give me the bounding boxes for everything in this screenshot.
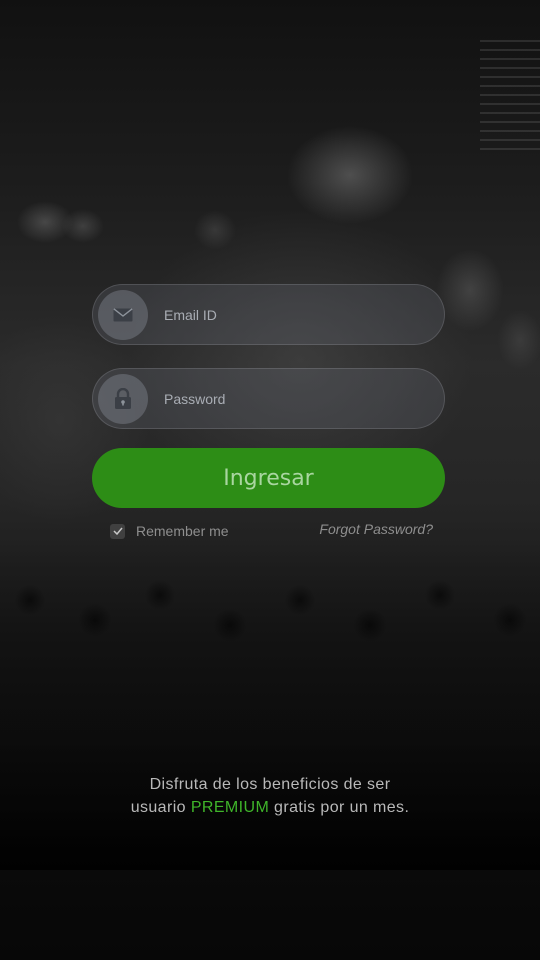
email-input[interactable] [164,285,444,344]
promo-line-2: usuario PREMIUM gratis por un mes. [0,796,540,819]
promo-suffix: gratis por un mes. [274,799,410,816]
crowd-silhouette [0,540,540,870]
lock-icon [98,373,148,424]
remember-checkbox[interactable] [110,523,125,539]
premium-highlight: PREMIUM [190,799,270,816]
premium-promo: Disfruta de los beneficios de ser usuari… [0,773,540,819]
promo-line-1: Disfruta de los beneficios de ser [149,776,391,793]
password-field[interactable] [92,368,445,429]
login-button[interactable]: Ingresar [92,448,445,508]
envelope-icon [98,289,148,340]
email-field[interactable] [92,284,445,345]
forgot-password-link[interactable]: Forgot Password? [319,521,433,537]
remember-me[interactable]: Remember me [110,520,229,542]
remember-label: Remember me [136,523,229,539]
password-input[interactable] [164,369,444,428]
promo-prefix: usuario [130,799,186,816]
stage-lights [480,40,540,150]
checkmark-icon [112,527,123,535]
